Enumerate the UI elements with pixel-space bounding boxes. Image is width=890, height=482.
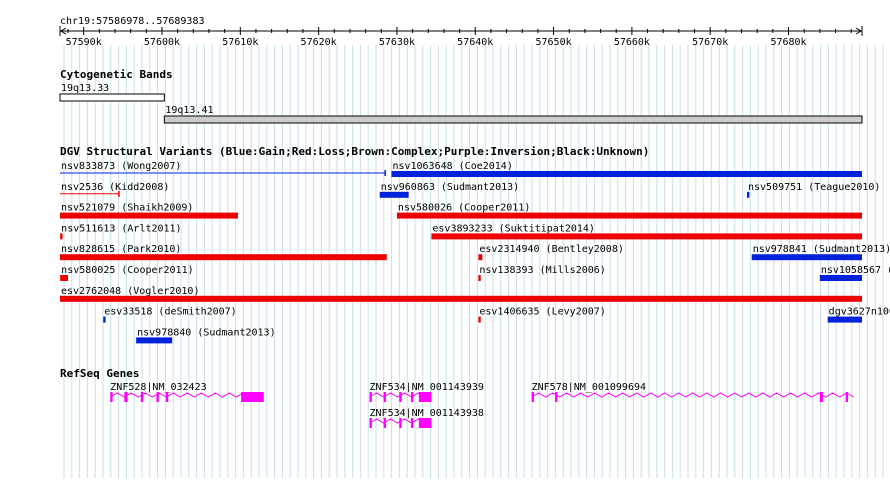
dgv-variant-bar	[60, 275, 69, 281]
cytoband-track: 19q13.33 19q13.41	[59, 83, 863, 124]
gene-exon	[411, 392, 414, 402]
gene-exon	[165, 392, 169, 402]
dgv-variant-bar	[60, 295, 862, 302]
gene-exon	[369, 392, 372, 402]
gene-label: ZNF534|NM_001143939	[370, 382, 484, 393]
cytoband-bar	[59, 93, 165, 102]
gene-exon	[399, 392, 402, 402]
dgv-variant-label: nsv509751 (Teague2010)	[748, 182, 880, 193]
dgv-variant-label: esv1406635 (Levy2007)	[479, 307, 605, 318]
dgv-variant-label: esv3893233 (Suktitipat2014)	[432, 223, 595, 234]
dgv-variant-bar	[478, 316, 481, 323]
ruler-tick-label: 57640k	[457, 37, 493, 48]
gene-exon	[110, 392, 113, 402]
dgv-variant-label: esv2314940 (Bentley2008)	[479, 244, 623, 255]
ruler-tick-label: 57590k	[66, 37, 102, 48]
gene-exon	[411, 418, 414, 428]
ruler-tick-label: 57650k	[536, 37, 572, 48]
dgv-variant-label: nsv833873 (Wong2007)	[61, 161, 181, 172]
dgv-variant-bar	[60, 212, 238, 219]
genome-browser-view: chr19:57586978..57689383 57590k 57600k 576…	[0, 0, 890, 478]
genome-browser-canvas: chr19:57586978..57689383 57590k 57600k 576…	[59, 16, 890, 478]
dgv-variant-bar	[136, 337, 173, 344]
gene-exon	[531, 392, 534, 402]
gene-exon	[124, 392, 128, 402]
cytoband-track-title: Cytogenetic Bands	[60, 68, 173, 81]
dgv-variant-label: nsv580026 (Cooper2011)	[398, 203, 530, 214]
ruler-tick-label: 57660k	[614, 37, 650, 48]
ruler-tick-label: 57600k	[144, 37, 180, 48]
ruler-tick-label: 57630k	[379, 37, 415, 48]
gene-exon	[383, 392, 386, 402]
gene-exon	[241, 392, 264, 402]
ruler-tick-label: 57610k	[222, 37, 258, 48]
dgv-variant-label: nsv1058567 (	[821, 265, 890, 276]
dgv-variant-label: esv2762048 (Vogler2010)	[61, 286, 199, 297]
dgv-variant-bar	[827, 316, 862, 323]
dgv-variant-label: esv33518 (deSmith2007)	[104, 307, 236, 318]
region-label: chr19:57586978..57689383	[60, 16, 205, 27]
gene-label: ZNF528|NM_032423	[110, 382, 206, 393]
dgv-variant-label: nsv580025 (Cooper2011)	[61, 265, 193, 276]
dgv-variant-label: nsv511613 (Arlt2011)	[61, 223, 181, 234]
gene-exon	[156, 392, 159, 402]
dgv-variant-label: dgv3627n100	[829, 307, 890, 318]
ruler-tick-label: 57680k	[770, 37, 806, 48]
gene-exon	[418, 392, 432, 402]
dgv-variant-bar	[103, 316, 106, 323]
dgv-variant-label: nsv521079 (Shaikh2009)	[61, 203, 193, 214]
gene-exon	[369, 418, 372, 428]
dgv-variant-bar	[379, 191, 409, 198]
gene-exon	[845, 392, 849, 402]
dgv-variant-bar	[478, 275, 481, 281]
dgv-variant-label: nsv978840 (Sudmant2013)	[137, 327, 275, 338]
gene-exon	[399, 418, 402, 428]
dgv-variant-label: nsv1063648 (Coe2014)	[392, 161, 512, 172]
gene-exon	[418, 418, 432, 428]
gene-intron-line	[369, 392, 426, 398]
dgv-variant-bar	[396, 212, 862, 219]
gene-label: ZNF578|NM_001099694	[532, 382, 646, 393]
gene-label: ZNF534|NM_001143938	[370, 408, 484, 419]
ruler-tick-label: 57620k	[301, 37, 337, 48]
gene-exon	[819, 392, 823, 402]
refseq-track-title: RefSeq Genes	[60, 367, 139, 380]
dgv-variant-bar	[60, 254, 387, 261]
cytoband-label: 19q13.41	[165, 105, 213, 116]
gene-exon	[383, 418, 386, 428]
dgv-variant-bar	[431, 233, 862, 240]
dgv-variant-label: nsv978841 (Sudmant2013)	[753, 244, 890, 255]
gene-exon	[140, 392, 144, 402]
dgv-variant-label: nsv138393 (Mills2006)	[479, 265, 605, 276]
dgv-variant-bar	[747, 191, 750, 198]
dgv-variant-bar	[391, 171, 862, 177]
cytoband-bar	[163, 115, 863, 124]
gene-exon	[555, 392, 558, 402]
gene-intron-line	[369, 418, 426, 424]
dgv-variant-label: nsv2536 (Kidd2008)	[61, 182, 169, 193]
dgv-variant-bar	[819, 275, 862, 281]
dgv-track-title: DGV Structural Variants (Blue:Gain;Red:L…	[60, 145, 649, 158]
coordinate-ruler: 57590k 57600k 57610k 57620k 57630k 57640k 5765…	[59, 26, 863, 48]
cytoband-label: 19q13.33	[61, 83, 109, 94]
dgv-variant-bar	[478, 254, 483, 261]
dgv-variant-label: nsv828615 (Park2010)	[61, 244, 181, 255]
dgv-variant-label: nsv960863 (Sudmant2013)	[381, 182, 519, 193]
dgv-variant-bar	[751, 254, 862, 261]
dgv-variant-bar	[60, 233, 63, 240]
gene-intron-line	[110, 392, 251, 398]
ruler-tick-label: 57670k	[692, 37, 728, 48]
